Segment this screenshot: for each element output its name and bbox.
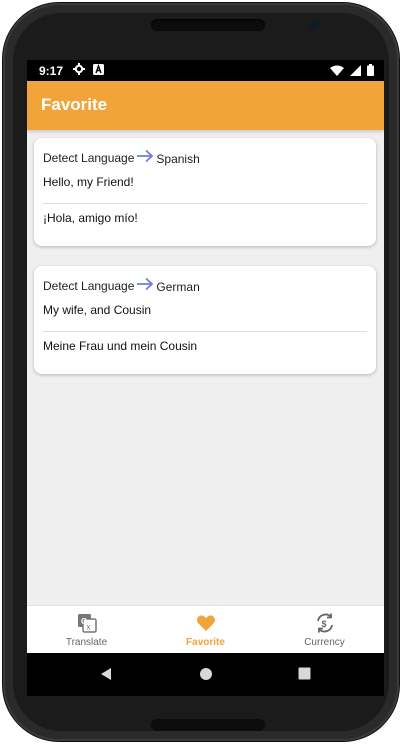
translated-text: Meine Frau und mein Cousin — [43, 339, 198, 353]
translate-icon: G x — [76, 612, 98, 634]
nav-label-translate: Translate — [65, 637, 108, 648]
wifi-icon — [330, 65, 344, 79]
signal-icon — [350, 64, 361, 79]
home-icon[interactable] — [199, 667, 213, 686]
svg-text:x: x — [86, 623, 90, 632]
arrow-right-icon — [136, 149, 154, 166]
status-bar: 9:17 — [27, 60, 384, 81]
bottom-navigation: G x Translate Favorite $ Currency — [27, 605, 384, 653]
gear-icon — [73, 63, 85, 78]
arrow-right-icon — [136, 277, 154, 294]
status-time: 9:17 — [39, 64, 64, 78]
earpiece-speaker — [151, 19, 265, 31]
back-icon[interactable] — [99, 667, 113, 686]
source-language: Detect Language — [43, 278, 135, 293]
nav-item-translate[interactable]: G x Translate — [27, 606, 146, 653]
divider — [43, 203, 367, 204]
translated-text: ¡Hola, amigo mío! — [43, 211, 138, 225]
nav-item-favorite[interactable]: Favorite — [146, 606, 265, 653]
target-language: Spanish — [156, 152, 200, 166]
divider — [43, 331, 367, 332]
app-bar: Favorite — [27, 81, 384, 130]
app-screen: 9:17 Favorite Detect Language Spanish He… — [27, 60, 384, 653]
svg-text:$: $ — [321, 619, 326, 629]
bottom-speaker — [151, 719, 265, 731]
target-language: German — [156, 280, 200, 294]
recents-icon[interactable] — [298, 667, 311, 685]
source-text: My wife, and Cousin — [43, 303, 152, 317]
favorite-card[interactable]: Detect Language Spanish Hello, my Friend… — [34, 138, 376, 246]
page-title: Favorite — [41, 95, 108, 114]
battery-icon — [367, 64, 374, 79]
source-text: Hello, my Friend! — [43, 175, 134, 189]
nav-item-currency[interactable]: $ Currency — [265, 606, 384, 653]
language-pair: Detect Language Spanish — [43, 149, 200, 166]
nav-label-favorite: Favorite — [186, 637, 225, 648]
front-camera — [310, 21, 319, 30]
favorite-card[interactable]: Detect Language German My wife, and Cous… — [34, 266, 376, 374]
language-pair: Detect Language German — [43, 277, 200, 294]
currency-exchange-icon: $ — [314, 612, 336, 634]
nav-label-currency: Currency — [304, 637, 345, 648]
heart-icon — [195, 612, 217, 634]
system-navigation-bar — [27, 653, 384, 696]
a-badge-icon — [93, 63, 104, 78]
source-language: Detect Language — [43, 150, 135, 165]
